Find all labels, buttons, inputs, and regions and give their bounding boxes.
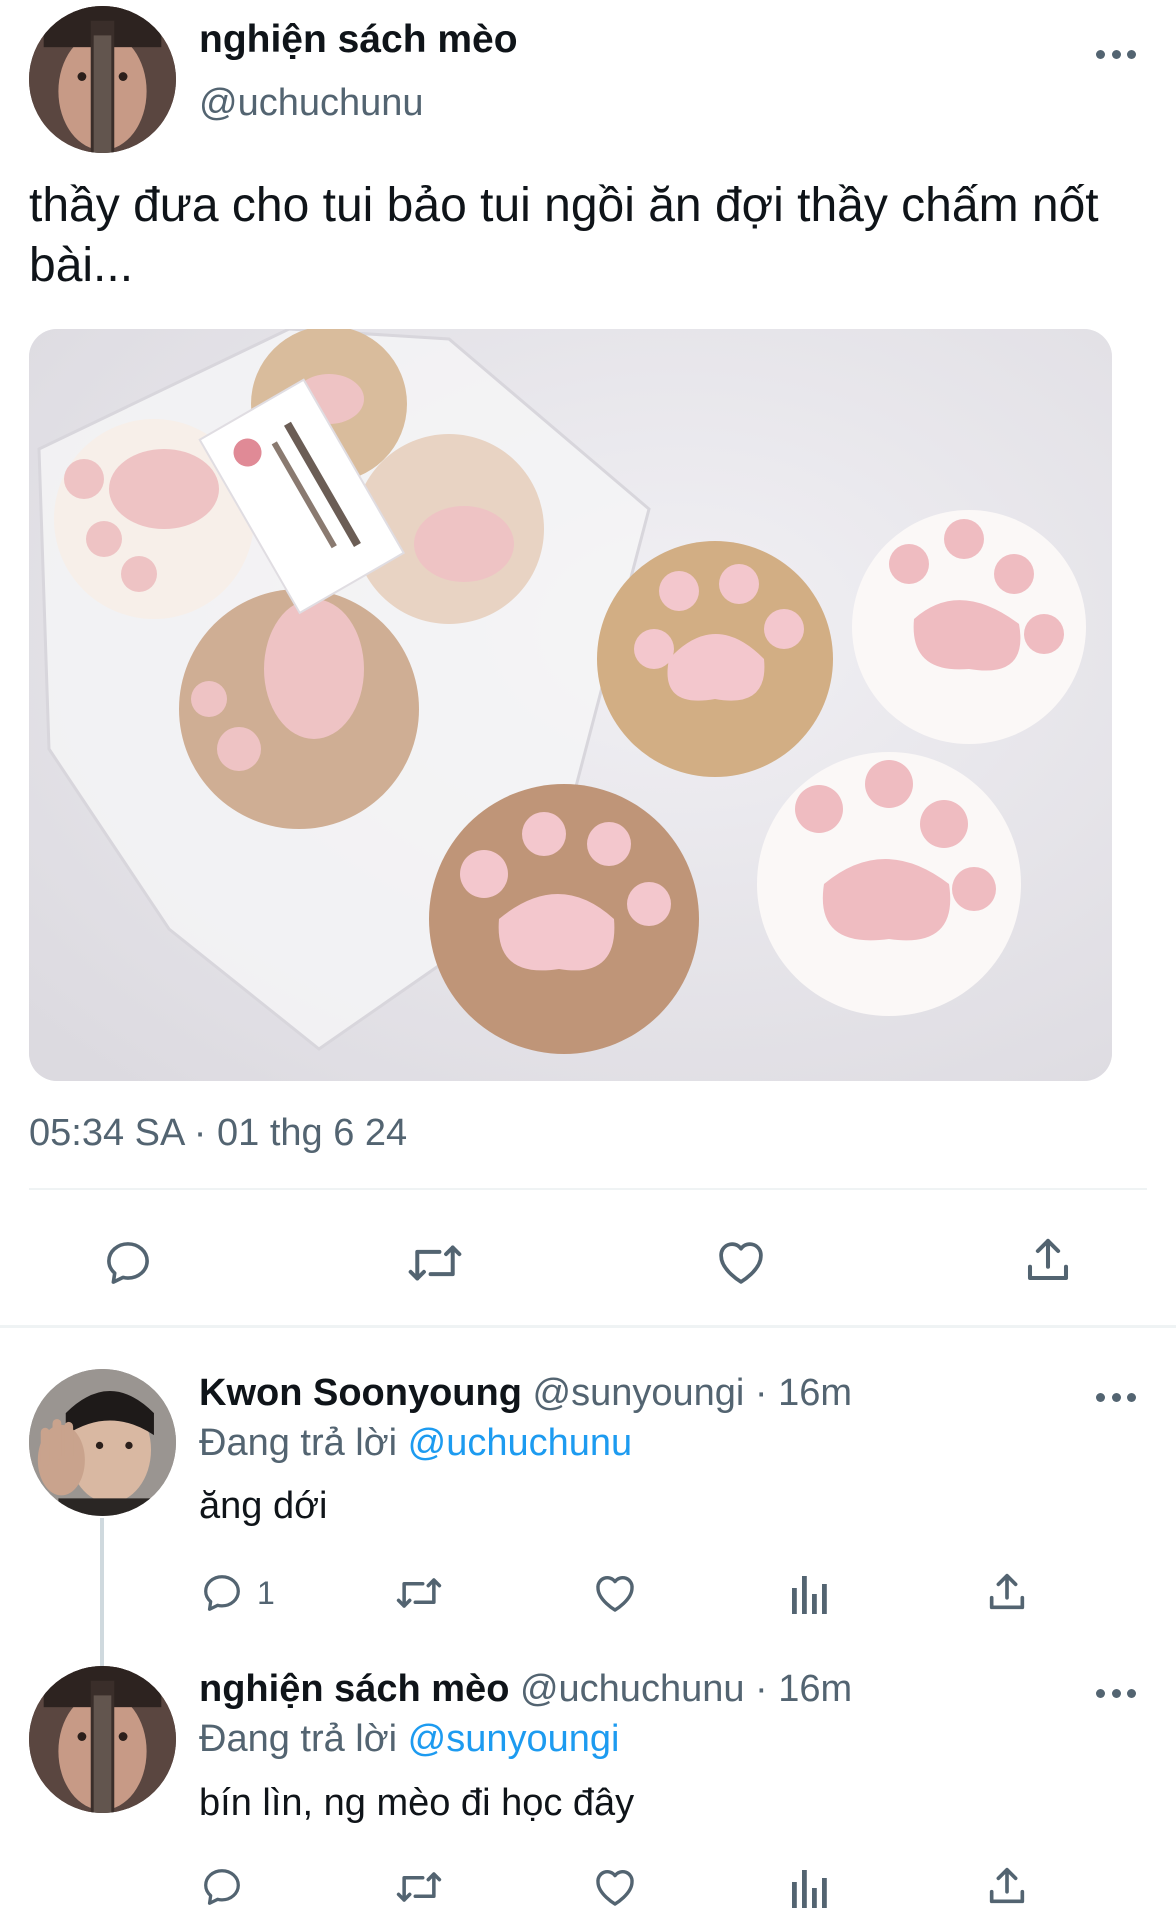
like-button[interactable] [713, 1234, 769, 1290]
share-icon [989, 1867, 1025, 1904]
avatar-photo [29, 6, 176, 153]
more-options-icon[interactable] [1096, 48, 1136, 60]
tweet-text: thầy đưa cho tui bảo tui ngồi ăn đợi thầ… [29, 179, 1099, 292]
reply-author-avatar[interactable] [29, 1369, 176, 1516]
retweet-icon [396, 1578, 442, 1608]
section-divider [0, 1325, 1176, 1328]
analytics-icon [792, 1576, 827, 1614]
reply-author-name[interactable]: nghiện sách mèo [199, 1668, 509, 1710]
author-avatar[interactable] [29, 6, 176, 153]
reply-header: Kwon Soonyoung @sunyoungi · 16m [199, 1372, 852, 1415]
share-icon [1027, 1238, 1069, 1281]
reply-button[interactable]: 1 [199, 1570, 275, 1616]
like-button[interactable] [591, 1863, 639, 1911]
analytics-button[interactable] [790, 1866, 830, 1910]
reply-text: ăng dới [199, 1485, 328, 1527]
retweet-button[interactable] [393, 1864, 445, 1910]
like-icon [719, 1242, 763, 1284]
reply-icon [107, 1242, 149, 1284]
reply-header: nghiện sách mèo @uchuchunu · 16m [199, 1668, 852, 1711]
retweet-icon [396, 1872, 442, 1902]
replying-to-line: Đang trả lời @uchuchunu [199, 1422, 632, 1465]
thread-connector [100, 1518, 104, 1666]
author-handle[interactable]: @uchuchunu [199, 82, 424, 125]
like-icon [596, 1576, 634, 1612]
tweet-timestamp[interactable]: 05:34 SA · 01 thg 6 24 [29, 1112, 407, 1155]
avatar-photo [29, 1369, 176, 1516]
photo-cat-paw-marshmallows [29, 329, 1112, 1081]
share-button[interactable] [984, 1862, 1030, 1910]
reply-button[interactable] [199, 1864, 245, 1910]
share-button[interactable] [984, 1568, 1030, 1616]
reply-button[interactable] [101, 1236, 155, 1290]
more-options-icon[interactable] [1096, 1391, 1136, 1403]
reply-text: bín lìn, ng mèo đi học đây [199, 1782, 635, 1824]
divider [29, 1188, 1147, 1190]
reply-meta: @uchuchunu · 16m [519, 1668, 853, 1710]
like-button[interactable] [591, 1569, 639, 1617]
replying-label: Đang trả lời [199, 1718, 398, 1760]
analytics-icon [792, 1870, 827, 1908]
avatar-photo [29, 1666, 176, 1813]
replying-to-line: Đang trả lời @sunyoungi [199, 1718, 620, 1761]
tweet-photo[interactable] [29, 329, 1112, 1081]
replying-label: Đang trả lời [199, 1422, 398, 1464]
reply-icon [204, 1575, 240, 1611]
analytics-button[interactable] [790, 1572, 830, 1616]
retweet-icon [408, 1245, 462, 1281]
reply-author-avatar[interactable] [29, 1666, 176, 1813]
retweet-button[interactable] [404, 1236, 466, 1290]
author-name[interactable]: nghiện sách mèo [199, 18, 518, 62]
replying-to-mention[interactable]: @uchuchunu [408, 1422, 633, 1464]
share-button[interactable] [1021, 1232, 1075, 1288]
reply-icon [204, 1869, 240, 1905]
reply-meta: @sunyoungi · 16m [532, 1372, 853, 1414]
more-options-icon[interactable] [1096, 1687, 1136, 1699]
reply-author-name[interactable]: Kwon Soonyoung [199, 1372, 522, 1414]
share-icon [989, 1573, 1025, 1610]
retweet-button[interactable] [393, 1570, 445, 1616]
reply-count: 1 [257, 1574, 275, 1611]
replying-to-mention[interactable]: @sunyoungi [408, 1718, 620, 1760]
like-icon [596, 1870, 634, 1906]
